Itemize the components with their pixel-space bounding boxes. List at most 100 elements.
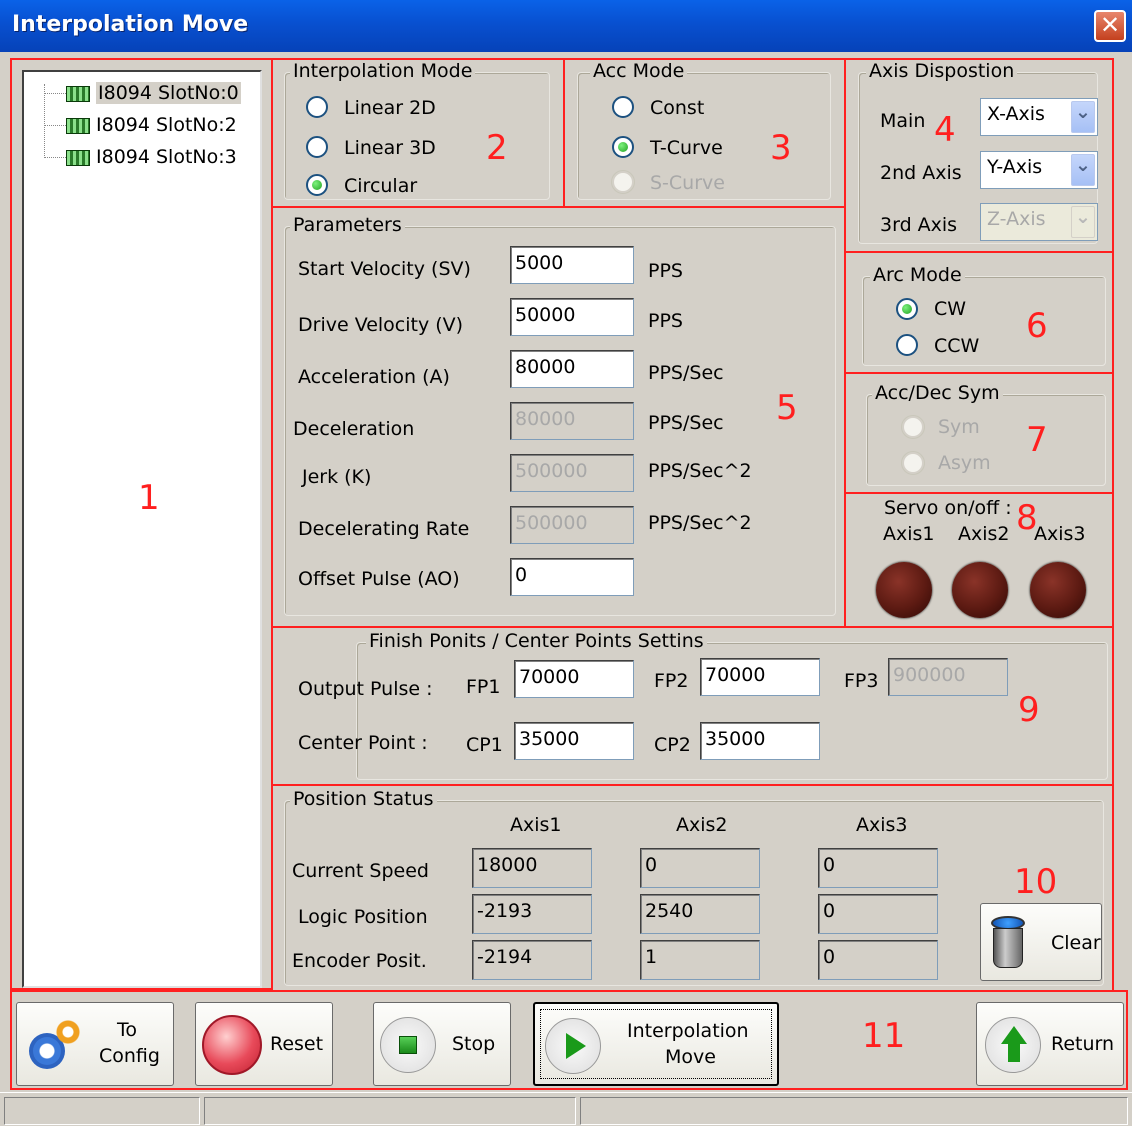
region-number: 2 — [486, 128, 508, 168]
status-cell: 0 — [640, 848, 760, 888]
fp1-input[interactable]: 70000 — [514, 660, 634, 698]
device-tree[interactable]: I8094 SlotNo:0 I8094 SlotNo:2 I8094 Slot… — [22, 70, 262, 988]
return-button[interactable]: Return — [976, 1002, 1124, 1086]
servo-toggle-axis3[interactable] — [1030, 562, 1086, 618]
start-velocity-input[interactable]: 5000 — [510, 246, 634, 284]
tree-item[interactable]: I8094 SlotNo:3 — [44, 146, 237, 168]
label-asym: Asym — [938, 452, 991, 474]
servo-toggle-axis1[interactable] — [876, 562, 932, 618]
fp2-input[interactable]: 70000 — [700, 658, 820, 696]
to-config-label-line1: To — [117, 1019, 138, 1041]
fp3-label: FP3 — [844, 670, 879, 692]
tree-item[interactable]: I8094 SlotNo:0 — [44, 82, 241, 104]
param-label: Drive Velocity (V) — [298, 314, 464, 336]
radio-sym[interactable] — [902, 416, 924, 438]
acceleration-input[interactable]: 80000 — [510, 350, 634, 388]
status-cell: -2194 — [472, 940, 592, 980]
return-label: Return — [1051, 1033, 1115, 1055]
region-number: 11 — [862, 1016, 906, 1056]
servo-axis-label: Axis1 — [883, 523, 935, 545]
second-axis-select[interactable]: Y-Axis ⌄ — [980, 151, 1098, 189]
drive-velocity-input[interactable]: 50000 — [510, 298, 634, 336]
row-label: Current Speed — [292, 860, 429, 882]
radio-circular[interactable] — [306, 174, 328, 196]
row-label: Encoder Posit. — [292, 950, 427, 972]
jerk-input[interactable]: 500000 — [510, 454, 634, 492]
parameters-title: Parameters — [290, 214, 405, 236]
status-cell: 1 — [640, 940, 760, 980]
radio-ccw[interactable] — [896, 334, 918, 356]
radio-asym[interactable] — [902, 452, 924, 474]
radio-cw[interactable] — [896, 298, 918, 320]
region-number: 6 — [1026, 306, 1048, 346]
param-unit: PPS/Sec^2 — [648, 460, 752, 482]
arc-mode-title: Arc Mode — [870, 264, 965, 286]
region-number: 5 — [776, 388, 798, 428]
to-config-button[interactable]: To Config — [16, 1002, 174, 1086]
radio-const[interactable] — [612, 96, 634, 118]
status-cell: 0 — [818, 940, 938, 980]
fp2-label: FP2 — [654, 670, 689, 692]
radio-t-curve[interactable] — [612, 136, 634, 158]
param-unit: PPS/Sec — [648, 362, 724, 384]
center-point-label: Center Point : — [298, 732, 428, 754]
radio-linear-3d[interactable] — [306, 136, 328, 158]
gear-icon — [25, 1019, 81, 1071]
finish-points-title: Finish Ponits / Center Points Settins — [366, 630, 707, 652]
stop-label: Stop — [452, 1033, 496, 1055]
output-pulse-label: Output Pulse : — [298, 678, 433, 700]
title-bar: Interpolation Move ✕ — [0, 0, 1132, 52]
position-status-title: Position Status — [290, 788, 437, 810]
reset-icon — [202, 1015, 262, 1075]
param-label: Offset Pulse (AO) — [298, 568, 460, 590]
fp3-input[interactable]: 900000 — [888, 658, 1008, 696]
tree-item[interactable]: I8094 SlotNo:2 — [44, 114, 237, 136]
fp1-label: FP1 — [466, 676, 501, 698]
param-label: Deceleration — [293, 418, 415, 440]
status-cell: 0 — [818, 848, 938, 888]
region-number: 8 — [1016, 498, 1038, 538]
main-axis-select[interactable]: X-Axis ⌄ — [980, 98, 1098, 136]
param-label: Jerk (K) — [302, 466, 372, 488]
board-icon — [66, 149, 90, 166]
chevron-down-icon[interactable]: ⌄ — [1071, 154, 1095, 186]
label-3rd-axis: 3rd Axis — [880, 214, 958, 236]
close-button[interactable]: ✕ — [1094, 10, 1126, 42]
region-number: 3 — [770, 128, 792, 168]
label-linear-2d: Linear 2D — [344, 97, 436, 119]
label-main-axis: Main — [880, 110, 926, 132]
label-t-curve: T-Curve — [650, 137, 723, 159]
stop-button[interactable]: Stop — [373, 1002, 511, 1086]
axis-disposition-title: Axis Dispostion — [866, 60, 1018, 82]
region-number: 9 — [1018, 690, 1040, 730]
status-segment — [4, 1097, 200, 1125]
status-cell: 2540 — [640, 894, 760, 934]
clear-button[interactable]: Clear — [980, 903, 1102, 981]
deceleration-input[interactable]: 80000 — [510, 402, 634, 440]
region-number: 10 — [1014, 862, 1058, 902]
param-unit: PPS — [648, 260, 683, 282]
offset-pulse-input[interactable]: 0 — [510, 558, 634, 596]
stop-icon — [380, 1017, 436, 1073]
third-axis-select[interactable]: Z-Axis ⌄ — [980, 203, 1098, 241]
decelerating-rate-input[interactable]: 500000 — [510, 506, 634, 544]
chevron-down-icon[interactable]: ⌄ — [1071, 206, 1095, 238]
interp-move-label-line2: Move — [665, 1046, 716, 1068]
clear-label: Clear — [1051, 932, 1101, 954]
board-icon — [66, 117, 90, 134]
chevron-down-icon[interactable]: ⌄ — [1071, 101, 1095, 133]
servo-toggle-axis2[interactable] — [952, 562, 1008, 618]
cp2-input[interactable]: 35000 — [700, 722, 820, 760]
param-unit: PPS — [648, 310, 683, 332]
radio-s-curve[interactable] — [612, 171, 634, 193]
interpolation-move-button[interactable]: Interpolation Move — [533, 1002, 779, 1086]
interp-move-label-line1: Interpolation — [627, 1020, 749, 1042]
param-unit: PPS/Sec^2 — [648, 512, 752, 534]
servo-axis-label: Axis2 — [958, 523, 1010, 545]
status-segment — [580, 1097, 1128, 1125]
radio-linear-2d[interactable] — [306, 96, 328, 118]
column-header: Axis2 — [676, 814, 728, 836]
reset-button[interactable]: Reset — [195, 1002, 333, 1086]
label-sym: Sym — [938, 416, 980, 438]
cp1-input[interactable]: 35000 — [514, 722, 634, 760]
